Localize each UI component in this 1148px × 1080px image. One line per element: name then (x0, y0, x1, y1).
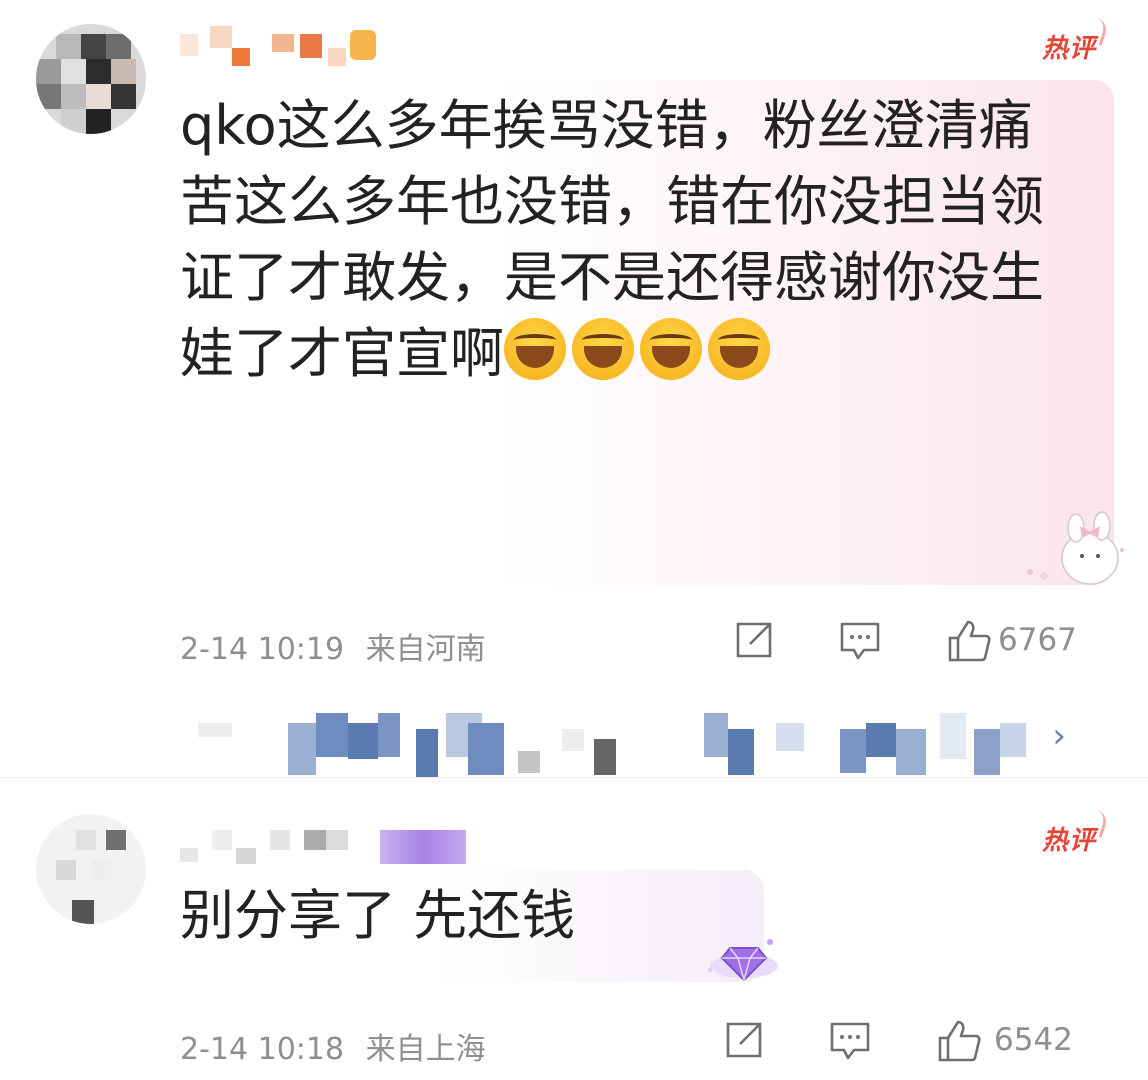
hot-comment-badge: 热评 (1042, 820, 1096, 857)
comment-bubble: qko这么多年挨骂没错，粉丝澄清痛苦这么多年也没错，错在你没担当领证了才敢发，是… (162, 80, 1114, 585)
divider (0, 777, 1148, 778)
comment-item: 热评 别分享了 先还钱 2-14 10:18 来自上海 6542 (0, 790, 1148, 1080)
comment-location: 来自河南 (365, 632, 486, 667)
chevron-right-icon[interactable]: › (1052, 716, 1066, 756)
comment-location: 来自上海 (365, 1032, 486, 1067)
like-count: 6767 (998, 622, 1077, 658)
comment-time: 2-14 10:18 (180, 1032, 345, 1067)
thumbs-up-icon[interactable] (946, 618, 992, 664)
share-icon[interactable] (722, 1018, 766, 1062)
bunny-sticker-icon (1027, 511, 1124, 585)
comment-actions: 6767 (732, 618, 1112, 668)
username-redacted[interactable] (180, 826, 480, 870)
avatar[interactable] (36, 814, 146, 924)
comment-icon[interactable] (838, 618, 882, 662)
laughing-emoji-icon (504, 318, 566, 380)
reply-preview-redacted[interactable] (180, 705, 1080, 777)
like-count: 6542 (994, 1022, 1073, 1058)
laughing-emoji-icon (708, 318, 770, 380)
gem-badge-icon (708, 939, 778, 983)
avatar[interactable] (36, 24, 146, 134)
share-icon[interactable] (732, 618, 776, 662)
comment-bubble: 别分享了 先还钱 (162, 870, 764, 982)
comment-icon[interactable] (828, 1018, 872, 1062)
laughing-emoji-icon (640, 318, 702, 380)
thumbs-up-icon[interactable] (936, 1018, 982, 1064)
hot-comment-badge: 热评 (1042, 28, 1096, 65)
comment-time: 2-14 10:19 (180, 632, 345, 667)
comment-actions: 6542 (722, 1018, 1112, 1068)
username-redacted[interactable] (180, 22, 400, 66)
comment-meta: 2-14 10:19 来自河南 (180, 624, 486, 668)
comment-item: 热评 qko这么多年挨骂没错，粉丝澄清痛苦这么多年也没错，错在你没担当领证了才敢… (0, 0, 1148, 690)
laughing-emoji-icon (572, 318, 634, 380)
comment-text: 别分享了 先还钱 (180, 884, 576, 947)
comment-meta: 2-14 10:18 来自上海 (180, 1024, 486, 1068)
